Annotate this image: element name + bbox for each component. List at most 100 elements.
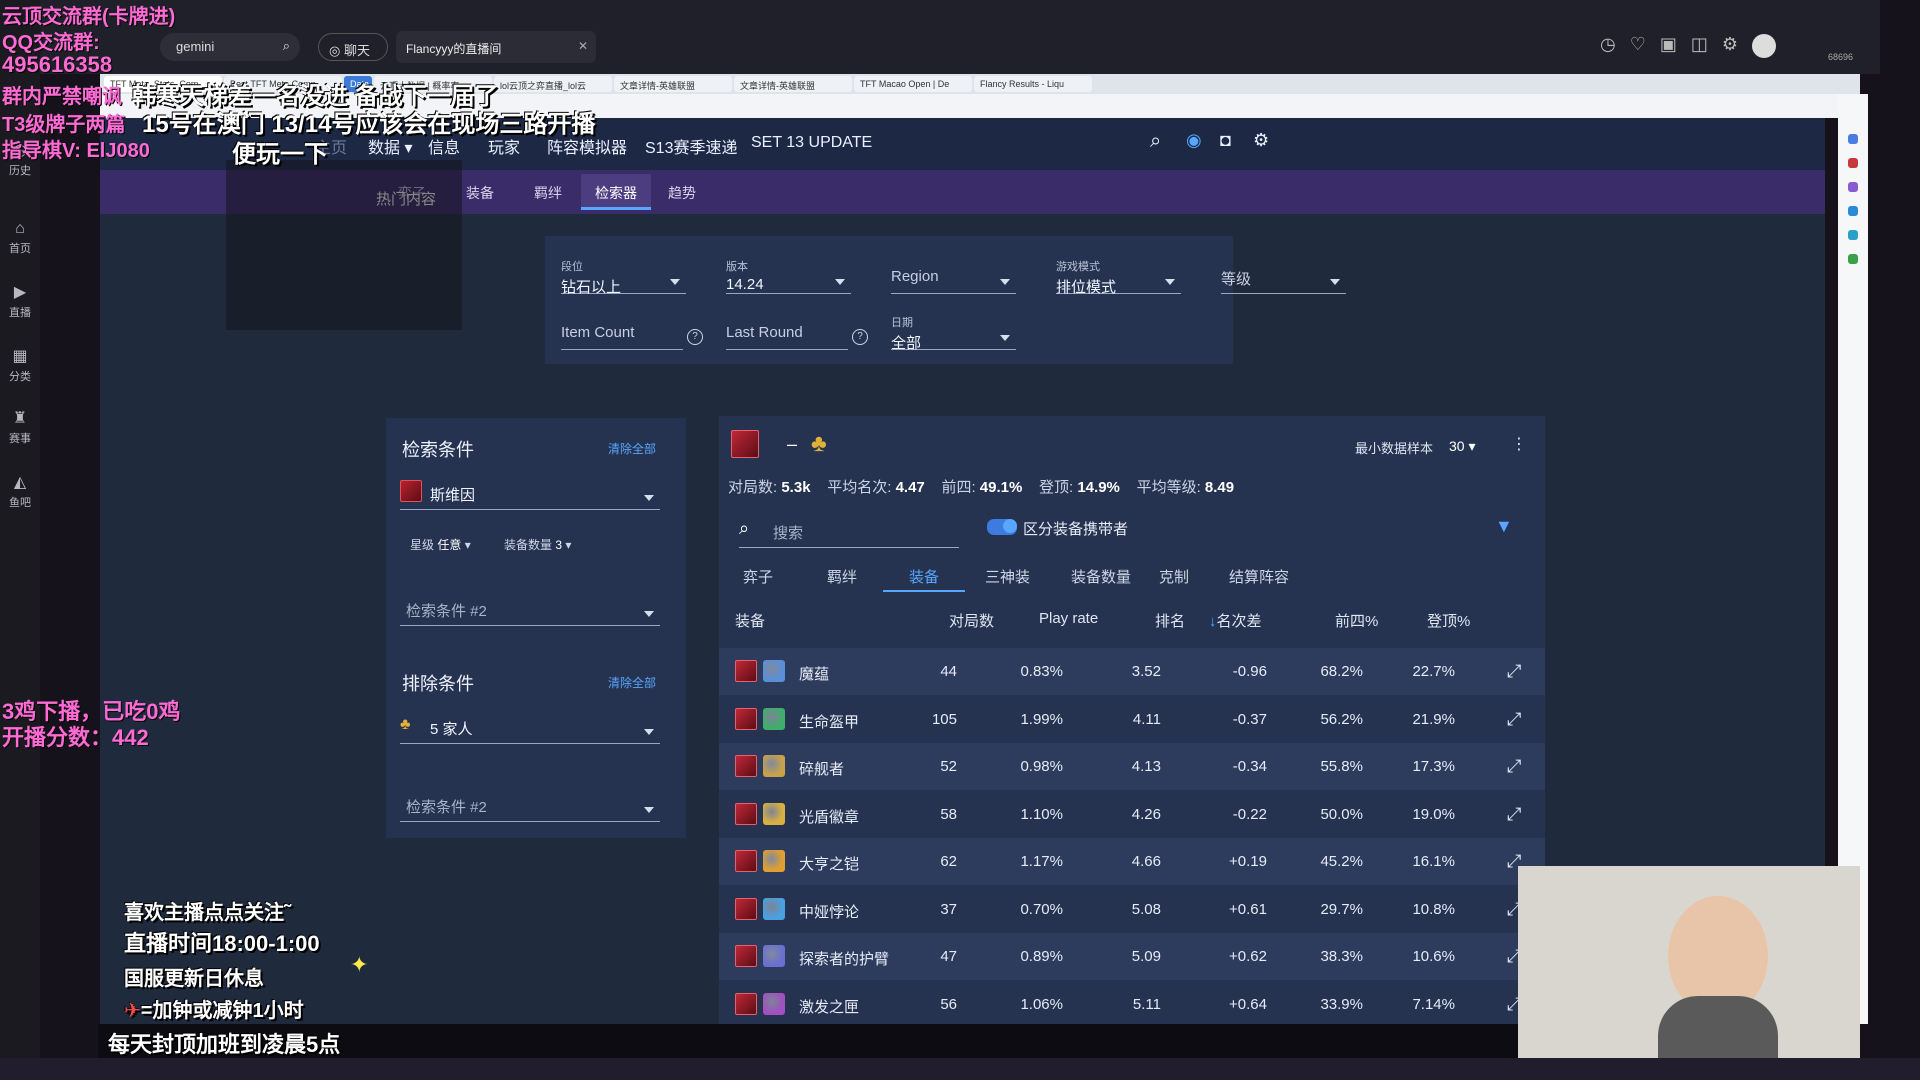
results-search-input[interactable]: ⌕ 搜索 <box>739 512 959 548</box>
region-select[interactable]: Region <box>891 258 1016 294</box>
tab-traits[interactable]: 羁绊 <box>534 183 562 203</box>
discord-icon[interactable]: ◘ <box>1220 130 1231 151</box>
extension-icon[interactable] <box>1848 158 1858 168</box>
champion-icon <box>731 430 759 458</box>
settings-icon[interactable]: ⚙ <box>1722 34 1738 58</box>
result-tab-trinity[interactable]: 三神装 <box>985 566 1030 587</box>
tab-trends[interactable]: 趋势 <box>668 183 696 203</box>
clear-exclusions-link[interactable]: 清除全部 <box>608 674 656 691</box>
rank-select[interactable]: 段位 钻石以上 <box>561 258 686 296</box>
item-icon <box>763 992 785 1015</box>
tab-explorer[interactable]: 检索器 <box>581 174 651 210</box>
gear-icon[interactable]: ⚙ <box>1253 130 1269 151</box>
summary-stats: 对局数: 5.3k 平均名次: 4.47 前四: 49.1% 登顶: 14.9%… <box>728 479 1235 496</box>
result-tab-final-comp[interactable]: 结算阵容 <box>1229 566 1289 587</box>
distinguish-holder-toggle[interactable] <box>987 519 1017 535</box>
browser-tab[interactable]: TFT Macao Open | De <box>854 76 972 92</box>
history-icon[interactable]: ◷ <box>1600 34 1616 58</box>
stream-search-input[interactable]: gemini ⌕ <box>160 33 300 61</box>
min-sample-select[interactable]: 30 ▾ <box>1449 438 1476 455</box>
col-place-delta[interactable]: ↓名次差 <box>1209 610 1262 631</box>
table-row[interactable]: 光盾徽章 58 1.10% 4.26 -0.22 50.0% 19.0% ⤢ <box>719 790 1545 838</box>
browser-tab[interactable]: Flancy Results - Liqu <box>974 76 1092 92</box>
tab-items[interactable]: 装备 <box>466 183 494 203</box>
extension-icon[interactable] <box>1848 254 1858 264</box>
result-tab-champions[interactable]: 弈子 <box>743 566 773 587</box>
avatar[interactable] <box>1752 34 1777 58</box>
col-win[interactable]: 登顶% <box>1427 610 1470 631</box>
top4-cell: 45.2% <box>1320 853 1363 870</box>
result-tab-item-count[interactable]: 装备数量 <box>1071 566 1131 587</box>
last-round-field[interactable]: Last Round? <box>726 314 868 350</box>
table-row[interactable]: 大亨之铠 62 1.17% 4.66 +0.19 45.2% 16.1% ⤢ <box>719 838 1545 885</box>
help-icon[interactable]: ? <box>852 329 868 345</box>
browser-tab[interactable]: 文章详情-英雄联盟 <box>614 76 732 92</box>
champion-select[interactable]: 斯维因 <box>400 474 660 510</box>
star-select[interactable]: 星级 任意 ▾ <box>410 536 471 553</box>
col-top4[interactable]: 前四% <box>1335 610 1378 631</box>
calendar-icon[interactable]: ▣ <box>1660 34 1677 58</box>
condition-2-select[interactable]: 检索条件 #2 <box>400 590 660 626</box>
expand-icon[interactable]: ⤢ <box>1507 709 1521 730</box>
patreon-icon[interactable]: ◉ <box>1186 130 1202 151</box>
result-tab-traits[interactable]: 羁绊 <box>827 566 857 587</box>
col-rank[interactable]: 排名 <box>1155 610 1185 631</box>
heart-icon[interactable]: ♡ <box>1630 34 1646 58</box>
play-rate-cell: 0.89% <box>1020 948 1063 965</box>
win-cell: 16.1% <box>1412 853 1455 870</box>
nav-set13[interactable]: SET 13 UPDATE <box>751 134 872 152</box>
mode-select[interactable]: 游戏模式 排位模式 <box>1056 258 1181 296</box>
result-tab-items[interactable]: 装备 <box>909 566 939 587</box>
table-row[interactable]: 激发之匣 56 1.06% 5.11 +0.64 33.9% 7.14% ⤢ <box>719 980 1545 1024</box>
trait-select[interactable]: ♣ 5 家人 <box>400 708 660 744</box>
extension-icon[interactable] <box>1848 206 1858 216</box>
expand-icon[interactable]: ⤢ <box>1507 804 1521 825</box>
table-row[interactable]: 探索者的护臂 47 0.89% 5.09 +0.62 38.3% 10.6% ⤢ <box>719 933 1545 980</box>
col-games[interactable]: 对局数 <box>949 610 994 631</box>
result-tab-counters[interactable]: 克制 <box>1159 566 1189 587</box>
date-select[interactable]: 日期 全部 <box>891 314 1016 352</box>
extension-icon[interactable] <box>1848 134 1858 144</box>
table-row[interactable]: 中娅悖论 37 0.70% 5.08 +0.61 29.7% 10.8% ⤢ <box>719 885 1545 933</box>
version-select[interactable]: 版本 14.24 <box>726 258 851 294</box>
extension-icon[interactable] <box>1848 230 1858 240</box>
more-icon[interactable]: ⋮ <box>1511 434 1527 454</box>
filter-icon[interactable]: ▼ <box>1495 516 1513 537</box>
streamer-body <box>1658 996 1778 1060</box>
close-icon[interactable]: ✕ <box>578 39 588 53</box>
promo-line: 喜欢主播点点关注˜ <box>124 902 291 924</box>
sidebar-item-live[interactable]: ▶ 直播 <box>0 282 40 320</box>
level-select[interactable]: 等级 <box>1221 258 1346 294</box>
table-row[interactable]: 生命盔甲 105 1.99% 4.11 -0.37 56.2% 21.9% ⤢ <box>719 695 1545 743</box>
search-icon[interactable]: ⌕ <box>1150 130 1161 153</box>
item-count-field[interactable]: Item Count? <box>561 314 703 350</box>
item-count-select[interactable]: 装备数量 3 ▾ <box>504 536 571 553</box>
clear-conditions-link[interactable]: 清除全部 <box>608 440 656 457</box>
room-tab[interactable]: Flancyyy的直播间 ✕ <box>396 31 596 63</box>
table-row[interactable]: 魔蕴 44 0.83% 3.52 -0.96 68.2% 22.7% ⤢ <box>719 648 1545 695</box>
expand-icon[interactable]: ⤢ <box>1507 756 1521 777</box>
item-name: 魔蕴 <box>799 666 830 683</box>
item-icon <box>763 755 785 777</box>
help-icon[interactable]: ? <box>687 329 703 345</box>
champion-icon <box>735 660 757 682</box>
avg-place-cell: 4.11 <box>1132 710 1161 728</box>
extension-icon[interactable] <box>1848 182 1858 192</box>
browser-tab[interactable]: 文章详情-英雄联盟 <box>734 76 852 92</box>
expand-icon[interactable]: ⤢ <box>1507 661 1521 682</box>
chat-button[interactable]: ◎ 聊天 <box>318 33 388 61</box>
nav-s13[interactable]: S13赛季速递 <box>645 134 737 158</box>
col-item[interactable]: 装备 <box>735 610 765 631</box>
sidebar-item-fishbar[interactable]: ◭ 鱼吧 <box>0 472 40 510</box>
sidebar-item-home[interactable]: ⌂ 首页 <box>0 220 40 256</box>
place-delta-cell: -0.96 <box>1232 663 1267 680</box>
sidebar-item-category[interactable]: ▦ 分类 <box>0 346 40 384</box>
browser-tab[interactable]: lol云顶之弈直播_lol云 <box>494 76 612 92</box>
overlay-headline: 便玩一下 <box>232 141 328 168</box>
sidebar-item-events[interactable]: ♜ 赛事 <box>0 408 40 446</box>
col-play-rate[interactable]: Play rate <box>1039 610 1098 627</box>
win-cell: 10.8% <box>1412 900 1455 918</box>
exclusion-2-select[interactable]: 检索条件 #2 <box>400 786 660 822</box>
message-icon[interactable]: ◫ <box>1691 34 1708 58</box>
table-row[interactable]: 碎舰者 52 0.98% 4.13 -0.34 55.8% 17.3% ⤢ <box>719 743 1545 790</box>
